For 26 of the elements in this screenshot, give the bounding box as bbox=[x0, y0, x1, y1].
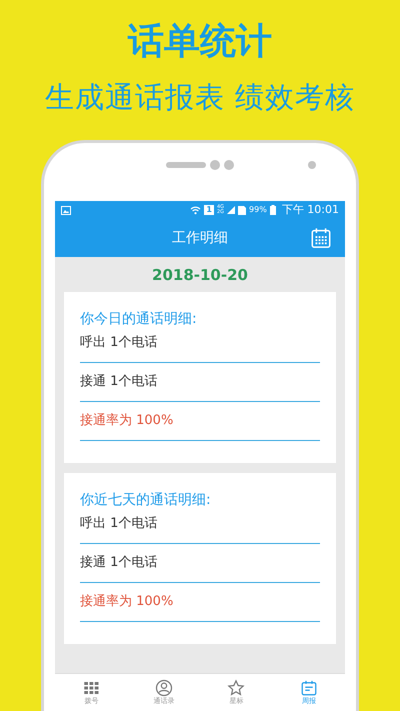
person-icon bbox=[154, 679, 173, 697]
calendar-button[interactable] bbox=[309, 226, 333, 250]
promo-title: 话单统计 bbox=[128, 20, 272, 64]
stat-line: 接通 1个电话 bbox=[80, 549, 320, 583]
wifi-icon bbox=[190, 206, 202, 214]
stat-line: 接通率为 100% bbox=[80, 407, 320, 441]
stat-line: 接通率为 100% bbox=[80, 588, 320, 622]
stat-line: 接通 1个电话 bbox=[80, 368, 320, 402]
date-label: 2018-10-20 bbox=[151, 265, 249, 285]
grid-icon bbox=[82, 679, 100, 697]
sim-card-icon bbox=[238, 206, 246, 214]
battery-percent: 99% bbox=[249, 205, 267, 215]
signal-icon bbox=[227, 206, 236, 214]
sim-badge: 1 bbox=[204, 205, 214, 215]
calendar-icon bbox=[300, 679, 318, 697]
card-heading: 你近七天的通话明细: bbox=[80, 491, 212, 510]
card-heading: 你今日的通话明细: bbox=[80, 310, 198, 329]
earpiece-drawing bbox=[166, 160, 234, 170]
status-time: 下午 10:01 bbox=[282, 203, 339, 217]
star-icon bbox=[227, 679, 246, 697]
promo-subtitle: 生成通话报表 绩效考核 bbox=[44, 79, 356, 116]
stat-line: 呼出 1个电话 bbox=[80, 329, 320, 363]
battery-icon bbox=[270, 205, 276, 215]
stat-line: 呼出 1个电话 bbox=[80, 510, 320, 544]
app-bar-title: 工作明细 bbox=[172, 228, 228, 248]
image-icon bbox=[61, 206, 71, 214]
